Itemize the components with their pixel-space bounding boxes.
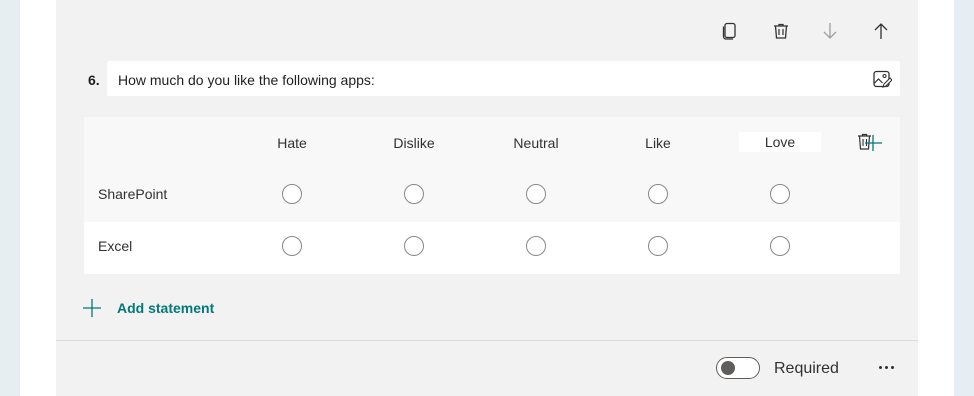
radio-excel-like[interactable]: [648, 236, 668, 256]
more-dot: [878, 365, 882, 369]
add-statement-button[interactable]: Add statement: [82, 297, 214, 319]
insert-media-button[interactable]: [872, 69, 893, 89]
column-label-hate[interactable]: Hate: [277, 135, 307, 151]
footer-divider: [56, 340, 918, 341]
radio-excel-love[interactable]: [770, 236, 790, 256]
question-card: 6. How much do you like the following ap…: [56, 0, 918, 396]
likert-header-row: Hate Dislike Neutral Like Love: [84, 117, 900, 170]
move-down-icon: [823, 23, 837, 39]
add-statement-label: Add statement: [117, 300, 215, 316]
question-title-text: How much do you like the following apps:: [118, 72, 375, 88]
likert-statement-row: Excel: [84, 222, 900, 274]
statement-label-excel[interactable]: Excel: [98, 238, 132, 254]
plus-icon: [83, 299, 101, 317]
column-label-neutral[interactable]: Neutral: [513, 135, 558, 151]
radio-sharepoint-dislike[interactable]: [404, 184, 424, 204]
move-down-button[interactable]: [817, 18, 843, 44]
more-dot: [890, 365, 894, 369]
column-label-love[interactable]: Love: [739, 132, 821, 152]
move-up-button[interactable]: [868, 18, 894, 44]
question-title-field[interactable]: How much do you like the following apps:: [107, 61, 900, 96]
delete-column-button[interactable]: [856, 131, 884, 155]
copy-question-button[interactable]: [717, 18, 743, 44]
radio-sharepoint-hate[interactable]: [282, 184, 302, 204]
move-up-icon: [874, 23, 888, 39]
column-label-like[interactable]: Like: [645, 135, 671, 151]
delete-icon: [774, 23, 788, 39]
statement-label-sharepoint[interactable]: SharePoint: [98, 186, 167, 202]
toggle-knob: [721, 361, 735, 375]
more-dot: [884, 365, 888, 369]
required-toggle[interactable]: [716, 357, 760, 379]
likert-grid: Hate Dislike Neutral Like Love SharePoin…: [84, 117, 900, 274]
question-number: 6.: [88, 72, 100, 88]
column-label-dislike[interactable]: Dislike: [393, 135, 434, 151]
radio-excel-neutral[interactable]: [526, 236, 546, 256]
delete-question-button[interactable]: [768, 18, 794, 44]
copy-icon: [722, 22, 736, 40]
delete-add-column-icon: [858, 133, 882, 151]
radio-excel-dislike[interactable]: [404, 236, 424, 256]
radio-sharepoint-neutral[interactable]: [526, 184, 546, 204]
more-options-button[interactable]: [874, 356, 898, 378]
radio-sharepoint-like[interactable]: [648, 184, 668, 204]
radio-excel-hate[interactable]: [282, 236, 302, 256]
radio-sharepoint-love[interactable]: [770, 184, 790, 204]
image-edit-icon: [873, 70, 893, 88]
required-label: Required: [774, 360, 839, 377]
likert-statement-row: SharePoint: [84, 170, 900, 222]
